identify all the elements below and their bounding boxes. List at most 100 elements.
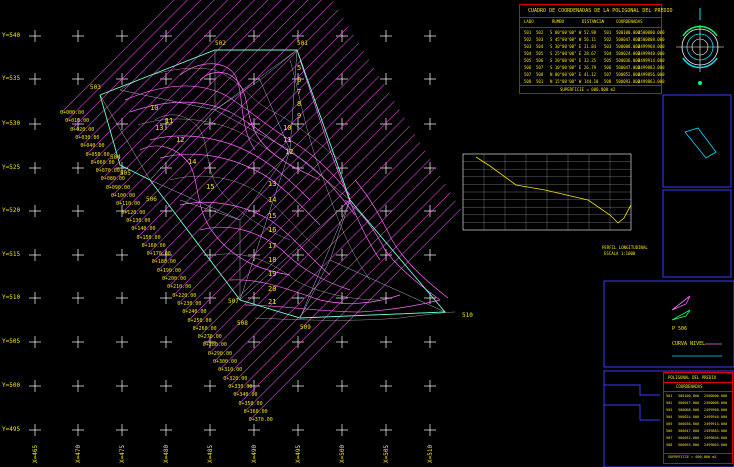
contour-label: 18 [268, 256, 277, 264]
table-cell: 500047.000 [616, 37, 641, 42]
table-cell: 504 [536, 44, 544, 49]
station-label: 0+140.00 [131, 226, 156, 233]
north-arrow-icon [676, 8, 724, 85]
coordinates-table-row: 501 502 S 80°00'00" W 52.98 501 500100.000 250… [520, 30, 665, 37]
point-label-507: 507 [228, 298, 239, 305]
station-label: 0+160.00 [141, 242, 166, 249]
table-cell: 507 [536, 65, 544, 70]
table-cell: N 80°00'00" E [550, 72, 582, 77]
station-label: 0+210.00 [167, 284, 192, 291]
contour-line [149, 135, 311, 201]
station-label: 0+070.00 [95, 168, 120, 175]
table-cell: N 15°00'00" W [550, 79, 582, 84]
legend-shape-magenta [671, 295, 691, 311]
table-cell: 507 [666, 436, 673, 440]
station-label: 0+030.00 [75, 134, 100, 141]
legend-point-label: P 506 [672, 326, 688, 332]
title-block-divider-2 [604, 404, 660, 421]
contour-line [124, 85, 351, 196]
table-cell: 2500000.000 [638, 30, 665, 35]
contour-label: 13 [268, 180, 277, 188]
station-label: 0+110.00 [116, 201, 141, 208]
station-label: 0+090.00 [105, 184, 130, 191]
contour-label: 10 [283, 124, 292, 132]
table-cell: 501 [536, 79, 544, 84]
table-cell: 2500000.000 [704, 394, 728, 398]
table-cell: 503 [604, 44, 612, 49]
x-grid-label: X=490 [251, 444, 258, 463]
header-coordenadas: COORDENADAS [616, 19, 643, 24]
point-label-506: 506 [146, 196, 157, 203]
contour-label: 15 [268, 212, 277, 220]
contour-label: 21 [268, 298, 277, 306]
table-cell: 500052.000 [616, 72, 641, 77]
contour-label: 7 [297, 88, 302, 96]
table-cell: 500093.000 [616, 79, 641, 84]
contour-label: 17 [268, 242, 277, 250]
table-cell: 2499914.000 [704, 422, 728, 426]
table-cell: 500047.000 [678, 429, 700, 433]
table-cell: 500036.000 [616, 58, 641, 63]
table-cell: 28.67 [584, 51, 597, 56]
station-label: 0+170.00 [146, 251, 171, 258]
station-label: 0+230.00 [177, 300, 202, 307]
point-label-508: 508 [237, 320, 248, 327]
location-frame [662, 94, 732, 188]
station-label: 0+330.00 [228, 383, 253, 390]
station-label: 0+150.00 [136, 234, 161, 241]
table-cell: 500100.000 [678, 394, 700, 398]
station-label: 0+340.00 [233, 392, 258, 399]
table-cell: 506 [524, 65, 532, 70]
table-cell: 33.25 [584, 58, 597, 63]
y-grid-label: Y=505 [2, 338, 21, 345]
station-label: 0+290.00 [207, 350, 232, 357]
point-label-509: 509 [300, 324, 311, 331]
contour-label: 11 [283, 136, 292, 144]
table-cell: 500052.000 [678, 436, 700, 440]
y-grid-label: Y=540 [2, 32, 21, 39]
profile-title: PERFIL LONGITUDINAL [602, 245, 648, 250]
table-cell: 500093.000 [678, 443, 700, 447]
table-cell: 2499968.000 [638, 44, 665, 49]
table-cell: 501 [604, 30, 612, 35]
contour-label: 13 [155, 124, 164, 132]
station-label: 0+100.00 [111, 193, 136, 199]
x-grid-label: X=470 [75, 444, 82, 463]
station-line [82, 0, 229, 146]
table-cell: 507 [524, 72, 532, 77]
station-label: 0+350.00 [238, 400, 263, 407]
table-cell: 2499883.000 [704, 429, 728, 433]
table-cell: 500008.000 [616, 44, 641, 49]
table-cell: 26.79 [584, 65, 597, 70]
station-line [87, 0, 242, 154]
y-grid-label: Y=525 [2, 164, 21, 171]
table-cell: 506 [666, 429, 673, 433]
contour-label: 12 [176, 136, 185, 144]
table-cell: 2499863.000 [638, 79, 665, 84]
station-label: 0+190.00 [156, 267, 181, 274]
point-label-505: 505 [120, 170, 131, 177]
legend-frame [603, 280, 734, 368]
station-label: 0+040.00 [80, 143, 105, 150]
table-cell: 503 [536, 37, 544, 42]
legend-shape-green [671, 309, 691, 321]
header-rumbo: RUMBO [552, 19, 565, 24]
small-table-row: 503 500008.000 2499968.000 [664, 408, 732, 415]
small-table-row: 508 500093.000 2499863.000 [664, 443, 732, 450]
table-cell: 506 [536, 58, 544, 63]
table-cell: 500036.000 [678, 422, 700, 426]
table-cell: 508 [666, 443, 673, 447]
small-table-title: POLIGONAL DEL PREDIO [668, 375, 717, 380]
small-table-footer: SUPERFICIE = 000,000 m2 [668, 455, 717, 459]
tin-edge [214, 109, 291, 151]
coordinates-table-row: 507 508 N 80°00'00" E 41.12 507 500052.000 249… [520, 72, 665, 79]
station-label: 0+370.00 [248, 417, 273, 424]
station-label: 0+120.00 [121, 209, 146, 216]
small-coordinates-table: POLIGONAL DEL PREDIO COORDENADAS 501 5001… [663, 372, 733, 464]
coordinates-table-row: 502 503 S 45°00'00" W 56.11 502 500047.000 250… [520, 37, 665, 44]
tin-edge [239, 149, 291, 221]
table-cell: 2499940.000 [638, 51, 665, 56]
y-grid-label: Y=530 [2, 120, 21, 127]
tin-edge [214, 49, 298, 111]
contour-label: 6 [297, 76, 302, 84]
